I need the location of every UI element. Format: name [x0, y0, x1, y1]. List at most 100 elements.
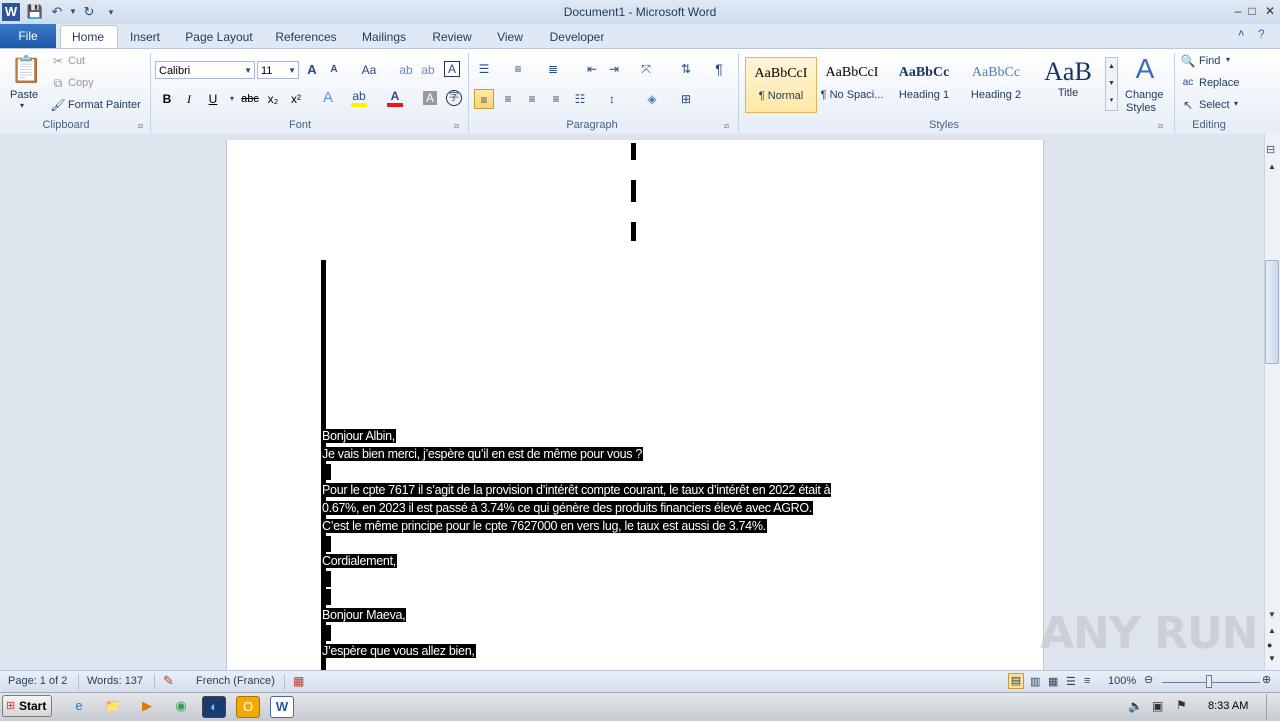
- paragraph-launcher-icon[interactable]: ⧄: [724, 121, 729, 131]
- select-icon[interactable]: ↖: [1180, 97, 1196, 113]
- outline-view-icon[interactable]: ☰: [1066, 675, 1076, 688]
- text-effects-icon[interactable]: A: [320, 90, 336, 106]
- bullets-icon[interactable]: ☰: [476, 61, 492, 77]
- font-launcher-icon[interactable]: ⧄: [454, 121, 459, 131]
- doc-line[interactable]: [322, 625, 331, 641]
- page-count[interactable]: Page: 1 of 2: [8, 675, 67, 687]
- phonetic-guide-icon[interactable]: ab: [420, 62, 436, 78]
- tab-insert[interactable]: Insert: [122, 27, 168, 47]
- character-shading-icon[interactable]: A: [423, 91, 437, 105]
- underline-dropdown-icon[interactable]: ▾: [224, 91, 240, 107]
- clipboard-launcher-icon[interactable]: ⧄: [138, 121, 143, 131]
- underline-button[interactable]: U: [205, 91, 221, 107]
- superscript-button[interactable]: x²: [288, 91, 304, 107]
- multilevel-list-icon[interactable]: ≣: [545, 61, 561, 77]
- doc-line[interactable]: Cordialement,: [322, 553, 397, 569]
- clear-formatting-icon[interactable]: ab: [398, 62, 414, 78]
- font-size-combo[interactable]: 11 ▼: [257, 61, 299, 79]
- cut-icon[interactable]: ✂: [50, 53, 66, 69]
- zoom-level[interactable]: 100%: [1108, 675, 1136, 687]
- volume-icon[interactable]: 🔈: [1128, 699, 1143, 713]
- next-page-icon[interactable]: ▼: [1268, 654, 1276, 663]
- find-dropdown-icon[interactable]: ▾: [1226, 55, 1230, 64]
- ruler-toggle-icon[interactable]: ⊟: [1266, 143, 1275, 156]
- system-clock[interactable]: 8:33 AM: [1208, 700, 1248, 712]
- show-formatting-marks-icon[interactable]: ¶: [711, 61, 727, 77]
- find-icon[interactable]: 🔍: [1180, 53, 1196, 69]
- doc-line[interactable]: C’est le même principe pour le cpte 7627…: [322, 518, 767, 534]
- font-name-combo[interactable]: Calibri ▼: [155, 61, 255, 79]
- format-painter-button[interactable]: Format Painter: [68, 99, 141, 111]
- styles-launcher-icon[interactable]: ⧄: [1158, 121, 1163, 131]
- change-styles-button[interactable]: Change: [1125, 89, 1164, 101]
- line-spacing-icon[interactable]: ↕: [604, 91, 620, 107]
- vertical-scrollbar[interactable]: [1264, 134, 1280, 670]
- tab-references[interactable]: References: [268, 27, 344, 47]
- enclose-characters-icon[interactable]: 字: [446, 90, 462, 106]
- macro-recording-icon[interactable]: ▦: [293, 674, 304, 688]
- edge-icon[interactable]: ◐: [202, 696, 226, 718]
- replace-icon[interactable]: ac: [1180, 75, 1196, 91]
- asian-layout-icon[interactable]: ⤧: [638, 61, 654, 77]
- document-page[interactable]: [226, 140, 1044, 670]
- help-icon[interactable]: ?: [1258, 27, 1265, 41]
- borders-icon[interactable]: ⊞: [678, 91, 694, 107]
- font-color-icon[interactable]: A: [387, 90, 403, 107]
- style-no-spacing[interactable]: AaBbCcI ¶ No Spaci...: [817, 57, 887, 111]
- select-dropdown-icon[interactable]: ▾: [1234, 99, 1238, 108]
- network-icon[interactable]: ▣: [1152, 699, 1163, 713]
- doc-line[interactable]: Pour le cpte 7617 il s’agit de la provis…: [322, 482, 832, 498]
- copy-icon[interactable]: ⧉: [50, 75, 66, 91]
- doc-line[interactable]: 0.67%, en 2023 il est passé à 3.74% ce q…: [322, 500, 813, 516]
- chrome-icon[interactable]: ◉: [170, 696, 192, 716]
- align-left-icon[interactable]: ≡: [474, 89, 494, 109]
- tab-developer[interactable]: Developer: [542, 27, 612, 47]
- strikethrough-button[interactable]: abc: [240, 91, 260, 107]
- select-button[interactable]: Select: [1199, 99, 1230, 111]
- web-layout-icon[interactable]: ▦: [1048, 675, 1058, 688]
- minimize-ribbon-icon[interactable]: ˄: [1238, 28, 1244, 40]
- word-count[interactable]: Words: 137: [87, 675, 143, 687]
- language-indicator[interactable]: French (France): [196, 675, 275, 687]
- tab-file[interactable]: File: [0, 24, 56, 48]
- show-desktop-button[interactable]: [1266, 694, 1280, 720]
- proofing-icon[interactable]: ✎: [163, 673, 174, 689]
- doc-line[interactable]: J’espère que vous allez bien,: [322, 643, 476, 659]
- increase-indent-icon[interactable]: ⇥: [606, 61, 622, 77]
- action-center-flag-icon[interactable]: ⚑: [1176, 698, 1187, 712]
- justify-icon[interactable]: ≡: [548, 91, 564, 107]
- doc-line[interactable]: [322, 536, 331, 552]
- doc-line[interactable]: [322, 571, 331, 587]
- distributed-icon[interactable]: ☷: [572, 91, 588, 107]
- doc-line[interactable]: [322, 589, 331, 605]
- copy-button[interactable]: Copy: [68, 77, 94, 89]
- browse-object-icon[interactable]: ●: [1267, 640, 1272, 650]
- word-taskbar-icon[interactable]: W: [270, 696, 294, 718]
- style-normal[interactable]: AaBbCcI ¶ Normal: [745, 57, 817, 113]
- scroll-up-icon[interactable]: ▲: [1268, 162, 1276, 171]
- numbering-icon[interactable]: ≡: [510, 61, 526, 77]
- styles-gallery-scroll[interactable]: ▲ ▼ ▾: [1105, 57, 1118, 111]
- tab-view[interactable]: View: [488, 27, 532, 47]
- character-border-icon[interactable]: A: [444, 61, 460, 77]
- italic-button[interactable]: I: [181, 91, 197, 107]
- scrollbar-thumb[interactable]: [1265, 260, 1279, 364]
- style-heading-2[interactable]: AaBbCc Heading 2: [961, 57, 1031, 111]
- zoom-slider-thumb[interactable]: [1206, 675, 1212, 688]
- tab-page-layout[interactable]: Page Layout: [178, 27, 260, 47]
- doc-line[interactable]: [322, 464, 331, 480]
- doc-line[interactable]: Je vais bien merci, j’espère qu’il en es…: [322, 446, 644, 462]
- bold-button[interactable]: B: [159, 91, 175, 107]
- shading-icon[interactable]: ◈: [644, 91, 660, 107]
- highlight-color-icon[interactable]: ab: [351, 90, 367, 107]
- align-center-icon[interactable]: ≡: [500, 91, 516, 107]
- doc-line[interactable]: Bonjour Albin,: [322, 428, 396, 444]
- align-right-icon[interactable]: ≡: [524, 91, 540, 107]
- close-button[interactable]: ✕: [1260, 2, 1280, 20]
- subscript-button[interactable]: x₂: [265, 91, 281, 107]
- find-button[interactable]: Find: [1199, 55, 1220, 67]
- zoom-in-icon[interactable]: ⊕: [1262, 673, 1271, 686]
- previous-page-icon[interactable]: ▲: [1268, 626, 1276, 635]
- file-explorer-icon[interactable]: 📁: [102, 696, 124, 716]
- format-painter-icon[interactable]: 🖌: [50, 97, 66, 113]
